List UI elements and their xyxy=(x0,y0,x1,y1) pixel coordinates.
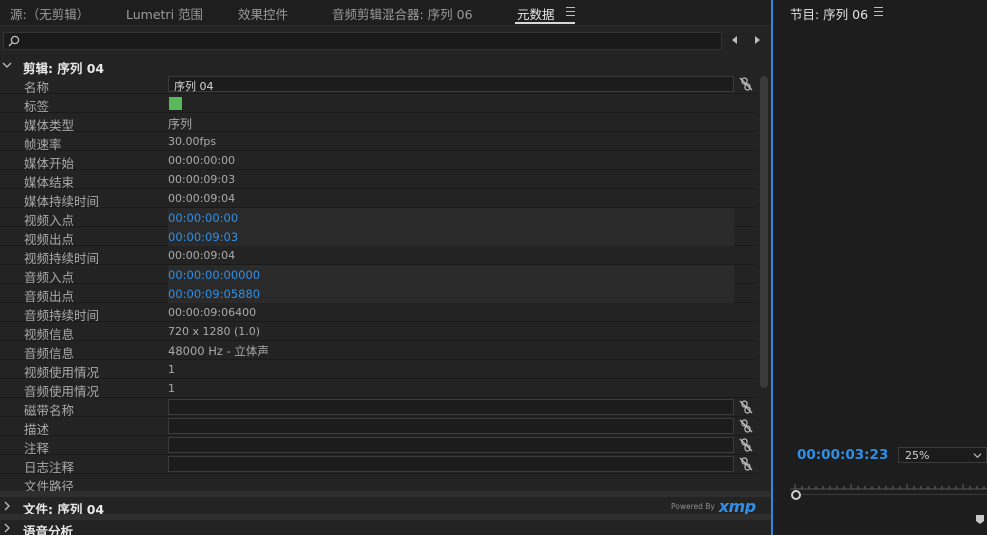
metadata-row-tape-name: 磁带名称 xyxy=(0,398,757,418)
description-field[interactable] xyxy=(168,418,734,434)
metadata-search-input[interactable] xyxy=(3,32,722,50)
scrub-track[interactable] xyxy=(800,494,987,495)
audio-in-point-link[interactable]: 00:00:00:00000 xyxy=(168,268,260,282)
metadata-panel: 源:（无剪辑） Lumetri 范围 效果控件 音频剪辑混合器: 序列 06 元… xyxy=(0,0,771,535)
playhead-handle[interactable] xyxy=(791,490,801,500)
metadata-value: 30.00fps xyxy=(168,135,217,148)
metadata-value: 1 xyxy=(168,382,175,395)
metadata-row-media-duration: 媒体持续时间 00:00:09:04 xyxy=(0,189,757,209)
unlink-icon[interactable] xyxy=(739,438,753,452)
metadata-value: 1 xyxy=(168,363,175,376)
zoom-level-select[interactable]: 25% xyxy=(898,447,987,463)
metadata-row-audio-out: 音频出点 00:00:09:05880 xyxy=(0,284,757,304)
unlink-icon[interactable] xyxy=(739,400,753,414)
video-in-point-link[interactable]: 00:00:00:00 xyxy=(168,211,238,225)
metadata-value: 00:00:09:06400 xyxy=(168,306,257,319)
name-field-value: 序列 04 xyxy=(174,80,214,93)
metadata-row-log-note: 日志注释 xyxy=(0,455,757,475)
tab-audio-clip-mixer[interactable]: 音频剪辑混合器: 序列 06 xyxy=(332,4,473,23)
search-icon xyxy=(8,35,20,47)
metadata-row-frame-rate: 帧速率 30.00fps xyxy=(0,132,757,152)
metadata-row-media-end: 媒体结束 00:00:09:03 xyxy=(0,170,757,190)
metadata-value: 720 x 1280 (1.0) xyxy=(168,325,261,338)
playhead-timecode[interactable]: 00:00:03:23 xyxy=(797,447,888,463)
program-monitor-title[interactable]: 节目: 序列 06 xyxy=(790,4,868,23)
metadata-row-video-in: 视频入点 00:00:00:00 xyxy=(0,208,757,228)
metadata-row-media-start: 媒体开始 00:00:00:00 xyxy=(0,151,757,171)
speech-section-label: 语音分析 xyxy=(23,524,74,535)
panel-menu-icon[interactable] xyxy=(566,7,575,16)
metadata-row-name: 名称 序列 04 xyxy=(0,75,757,95)
metadata-row-audio-info: 音频信息 48000 Hz - 立体声 xyxy=(0,341,757,361)
metadata-row-audio-usage: 音频使用情况 1 xyxy=(0,379,757,399)
metadata-row-audio-in: 音频入点 00:00:00:00000 xyxy=(0,265,757,285)
name-field[interactable]: 序列 04 xyxy=(168,76,734,93)
chevron-right-icon[interactable] xyxy=(2,501,12,511)
panel-tab-bar: 源:（无剪辑） Lumetri 范围 效果控件 音频剪辑混合器: 序列 06 元… xyxy=(0,0,771,26)
metadata-row-audio-duration: 音频持续时间 00:00:09:06400 xyxy=(0,303,757,323)
tab-effect-controls[interactable]: 效果控件 xyxy=(238,4,288,23)
metadata-value: 00:00:09:03 xyxy=(168,173,236,186)
metadata-row-media-type: 媒体类型 序列 xyxy=(0,113,757,133)
metadata-row-label: 标签 xyxy=(0,94,757,114)
previous-arrow-icon[interactable] xyxy=(728,33,742,47)
speech-section-header[interactable]: 语音分析 xyxy=(0,520,771,535)
metadata-row-video-usage: 视频使用情况 1 xyxy=(0,360,757,380)
vertical-scrollbar[interactable] xyxy=(760,76,768,388)
tab-lumetri-scopes[interactable]: Lumetri 范围 xyxy=(126,4,203,23)
zoom-level-value: 25% xyxy=(905,449,930,462)
unlink-icon[interactable] xyxy=(739,457,753,471)
label-color-swatch[interactable] xyxy=(169,97,182,110)
section-divider xyxy=(0,491,771,497)
metadata-value: 00:00:09:04 xyxy=(168,249,236,262)
program-menu-icon[interactable] xyxy=(874,7,883,16)
active-tab-indicator xyxy=(515,22,575,24)
metadata-value: 序列 xyxy=(168,117,193,131)
metadata-value: 00:00:09:04 xyxy=(168,192,236,205)
comment-field[interactable] xyxy=(168,437,734,453)
metadata-row-comment: 注释 xyxy=(0,436,757,456)
metadata-value: 48000 Hz - 立体声 xyxy=(168,344,269,358)
row-highlight xyxy=(168,227,734,246)
metadata-row-video-out: 视频出点 00:00:09:03 xyxy=(0,227,757,247)
unlink-icon[interactable] xyxy=(739,77,753,91)
audio-out-point-link[interactable]: 00:00:09:05880 xyxy=(168,287,260,301)
clip-section-header[interactable]: 剪辑: 序列 04 xyxy=(0,57,771,76)
row-highlight xyxy=(168,208,734,227)
chevron-down-icon[interactable] xyxy=(2,60,12,70)
tab-source[interactable]: 源:（无剪辑） xyxy=(10,4,89,23)
powered-by-text: Powered By xyxy=(671,502,715,511)
metadata-row-description: 描述 xyxy=(0,417,757,437)
metadata-row-video-info: 视频信息 720 x 1280 (1.0) xyxy=(0,322,757,342)
time-ruler[interactable] xyxy=(790,478,987,490)
metadata-row-video-duration: 视频持续时间 00:00:09:04 xyxy=(0,246,757,266)
chevron-down-icon xyxy=(973,453,982,459)
chevron-right-icon[interactable] xyxy=(2,523,12,533)
tab-metadata[interactable]: 元数据 xyxy=(517,4,555,23)
metadata-value: 00:00:00:00 xyxy=(168,154,236,167)
add-marker-icon[interactable] xyxy=(975,514,985,525)
video-out-point-link[interactable]: 00:00:09:03 xyxy=(168,230,238,244)
unlink-icon[interactable] xyxy=(739,419,753,433)
log-note-field[interactable] xyxy=(168,456,734,472)
program-monitor-panel: 节目: 序列 06 00:00:03:23 25% xyxy=(773,0,987,535)
tape-name-field[interactable] xyxy=(168,399,734,415)
next-arrow-icon[interactable] xyxy=(750,33,764,47)
